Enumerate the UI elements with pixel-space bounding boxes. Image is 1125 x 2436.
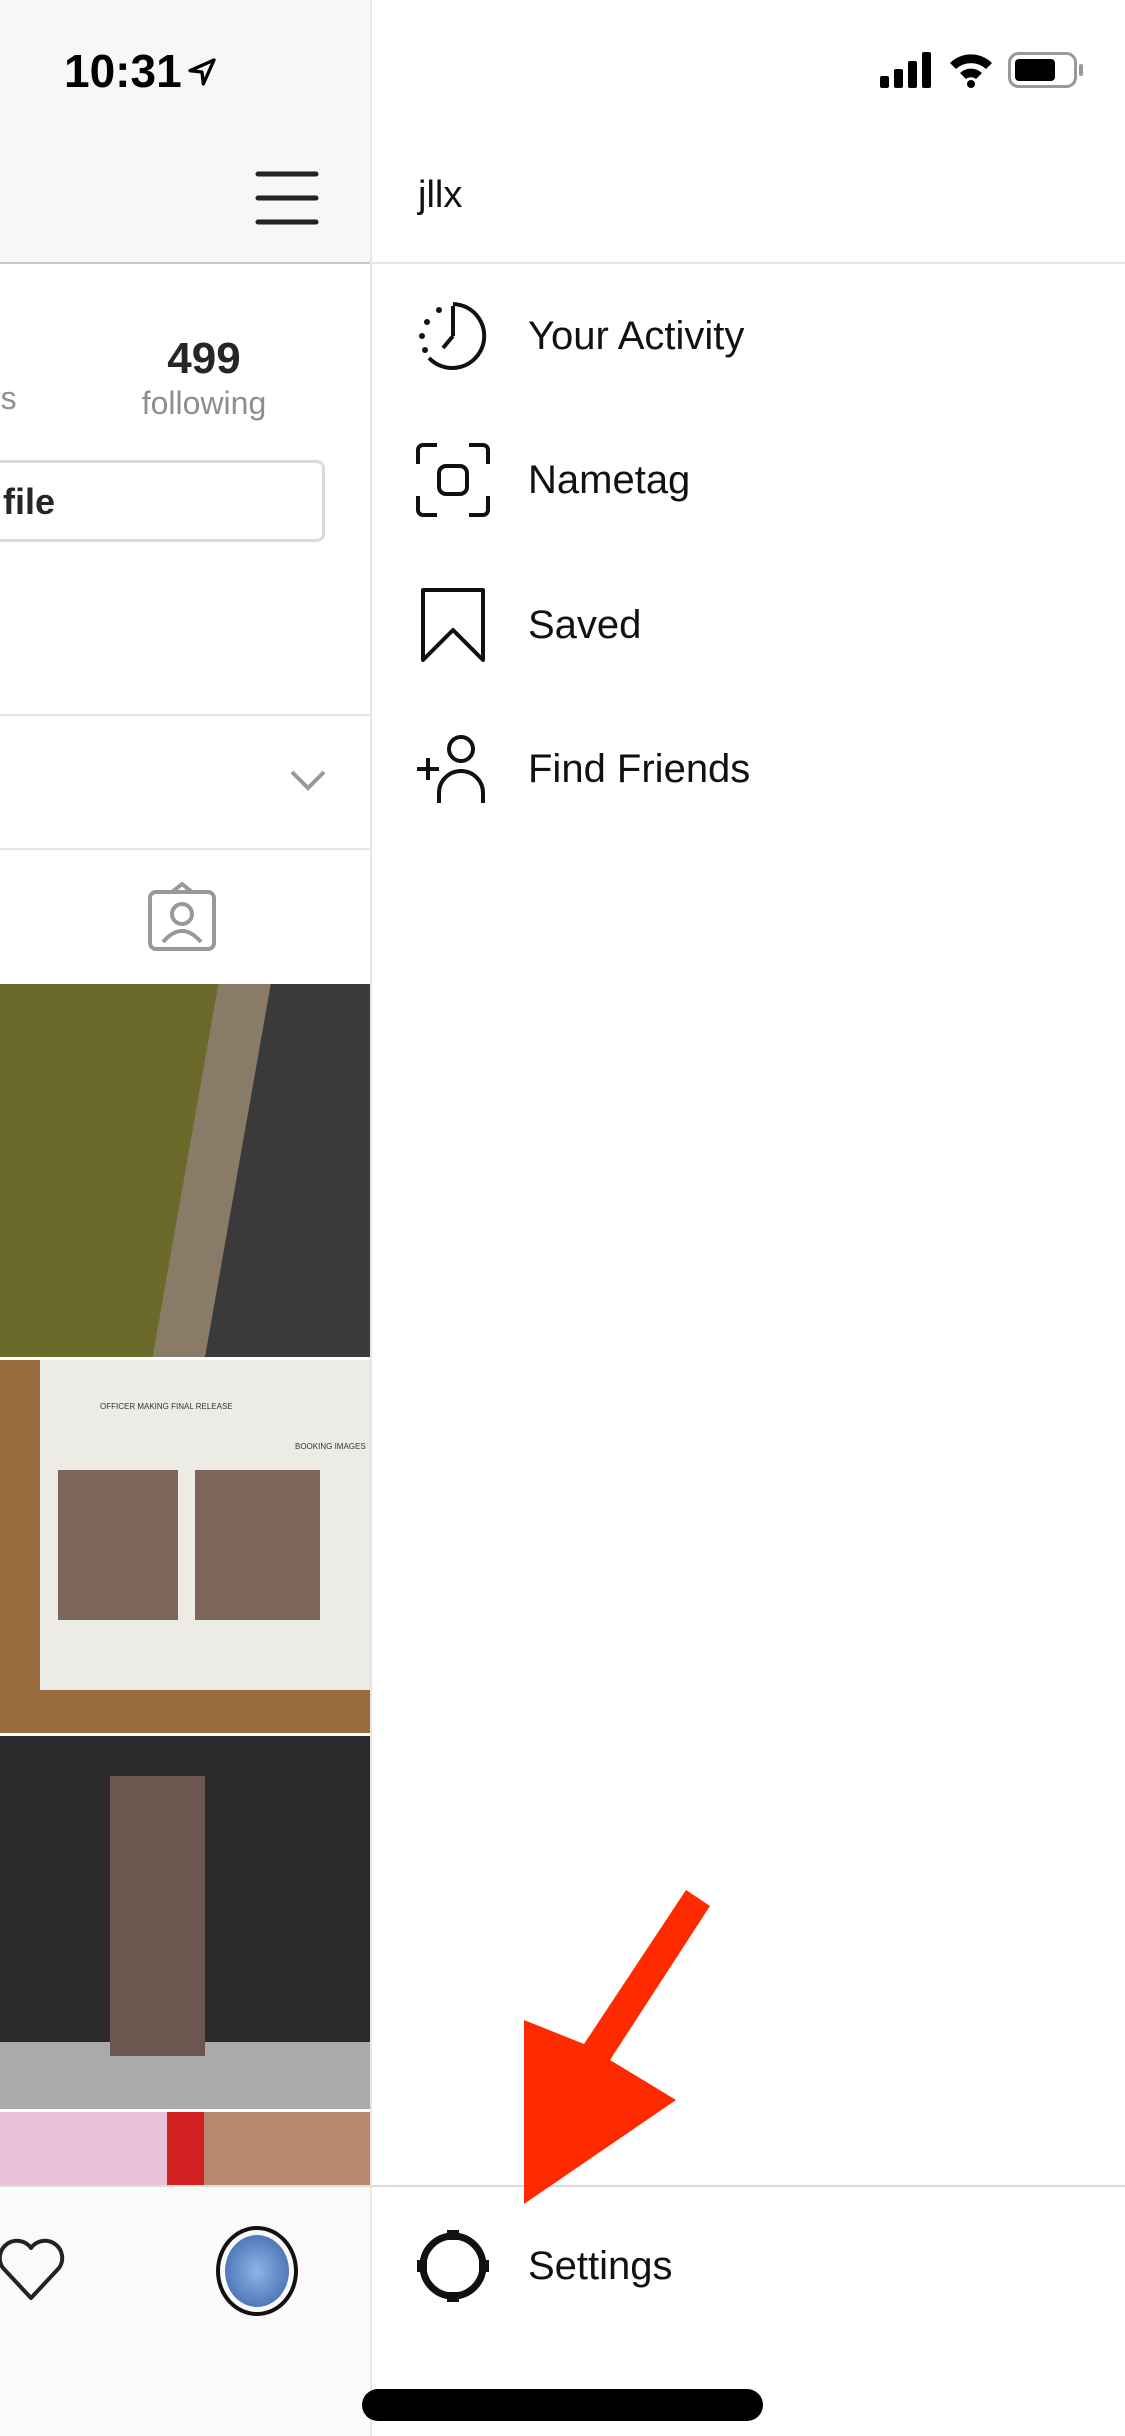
menu-item-label: Your Activity (528, 313, 745, 358)
edit-profile-label: file (3, 481, 56, 522)
divider (0, 848, 371, 850)
red-arrow-annotation (524, 1890, 710, 2204)
bookmark-icon (421, 588, 485, 662)
gear-icon (417, 2230, 489, 2302)
photo-party[interactable] (0, 2112, 371, 2185)
nametag-icon (416, 443, 490, 517)
heart-icon[interactable] (0, 2238, 67, 2302)
menu-item-label: Find Friends (528, 746, 751, 791)
hamburger-icon[interactable] (255, 170, 319, 226)
edit-profile-button[interactable]: file (0, 460, 325, 542)
chevron-down-icon[interactable] (290, 770, 326, 792)
activity-clock-icon (419, 302, 487, 370)
location-arrow-icon (188, 58, 216, 86)
divider (371, 2185, 1125, 2187)
divider (0, 714, 371, 716)
drawer-header (371, 0, 1125, 264)
menu-item-label: Saved (528, 602, 642, 647)
home-indicator[interactable] (362, 2389, 763, 2421)
drawer-username: jllx (418, 174, 463, 216)
battery-icon (1008, 52, 1083, 88)
menu-item-saved[interactable]: Saved (371, 555, 1125, 695)
status-time: 10:31 (64, 45, 182, 97)
wifi-icon (950, 54, 992, 88)
tagged-photos-icon[interactable] (147, 882, 217, 952)
menu-item-nametag[interactable]: Nametag (371, 410, 1125, 550)
photo-booking[interactable]: OFFICER MAKING FINAL RELEASE BOOKING IMA… (0, 1360, 371, 1733)
menu-item-label: Nametag (528, 457, 691, 502)
menu-item-find-friends[interactable]: Find Friends (371, 699, 1125, 839)
menu-item-your-activity[interactable]: Your Activity (371, 266, 1125, 406)
settings-label: Settings (528, 2243, 673, 2288)
profile-tab-avatar[interactable] (216, 2226, 298, 2316)
form-subheader-text: BOOKING IMAGES (295, 1442, 366, 1451)
followers-label[interactable]: rs (0, 380, 17, 417)
settings-button[interactable]: Settings (371, 2196, 1125, 2336)
photo-tattoo[interactable] (0, 984, 371, 1357)
cellular-signal-icon (880, 52, 931, 88)
following-label[interactable]: following (124, 385, 284, 422)
photo-wall[interactable] (0, 1736, 371, 2109)
bottom-tab-bar (0, 2185, 371, 2436)
form-header-text: OFFICER MAKING FINAL RELEASE (100, 1402, 233, 1411)
add-person-icon (417, 735, 485, 803)
profile-panel: 10:31 rs 499 following file OFFICER MAKI… (0, 0, 371, 2436)
following-count[interactable]: 499 (134, 334, 274, 384)
